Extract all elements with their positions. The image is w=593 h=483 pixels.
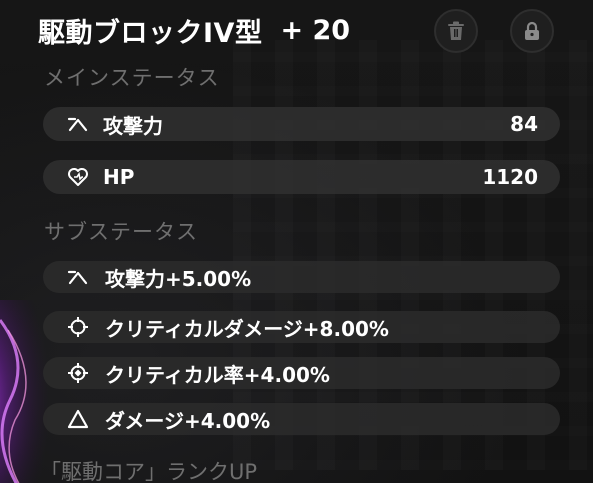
sub-status-row-crit-rate: クリティカル率+4.00% — [43, 357, 560, 389]
sub-status-label: ダメージ+4.00% — [105, 408, 271, 433]
main-status-heading: メインステータス — [44, 66, 220, 90]
lock-button[interactable] — [510, 9, 554, 53]
attack-icon — [67, 113, 93, 135]
title-row: 駆動ブロックIV型 + 20 — [38, 8, 350, 52]
crit-damage-icon — [67, 316, 93, 338]
rank-up-heading: 「駆動コア」ランクUP — [40, 460, 258, 483]
main-status-value: 1120 — [482, 165, 538, 189]
discard-button[interactable] — [434, 9, 478, 53]
item-name: 駆動ブロックIV型 — [38, 17, 263, 49]
crit-rate-icon — [67, 362, 93, 384]
heart-icon — [67, 166, 93, 188]
item-detail-panel: 駆動ブロックIV型 + 20 メインステータス 攻撃力 84 HP 1120 サ… — [0, 0, 593, 483]
damage-icon — [67, 408, 93, 430]
sub-status-label: 攻撃力+5.00% — [105, 266, 252, 291]
main-status-row-hp: HP 1120 — [43, 160, 560, 194]
main-status-row-attack: 攻撃力 84 — [43, 107, 560, 141]
trash-icon — [448, 21, 464, 40]
sub-status-heading: サブステータス — [44, 220, 198, 244]
attack-icon — [67, 266, 93, 288]
sub-status-row-attack: 攻撃力+5.00% — [43, 261, 560, 293]
lock-icon — [525, 21, 539, 40]
item-level: + 20 — [280, 14, 351, 46]
sub-status-row-damage: ダメージ+4.00% — [43, 403, 560, 435]
main-status-value: 84 — [510, 112, 538, 136]
sub-status-label: クリティカル率+4.00% — [105, 362, 330, 387]
sub-status-label: クリティカルダメージ+8.00% — [105, 316, 389, 341]
main-status-label: 攻撃力 — [103, 113, 163, 138]
main-status-label: HP — [103, 165, 135, 189]
sub-status-row-crit-damage: クリティカルダメージ+8.00% — [43, 311, 560, 343]
